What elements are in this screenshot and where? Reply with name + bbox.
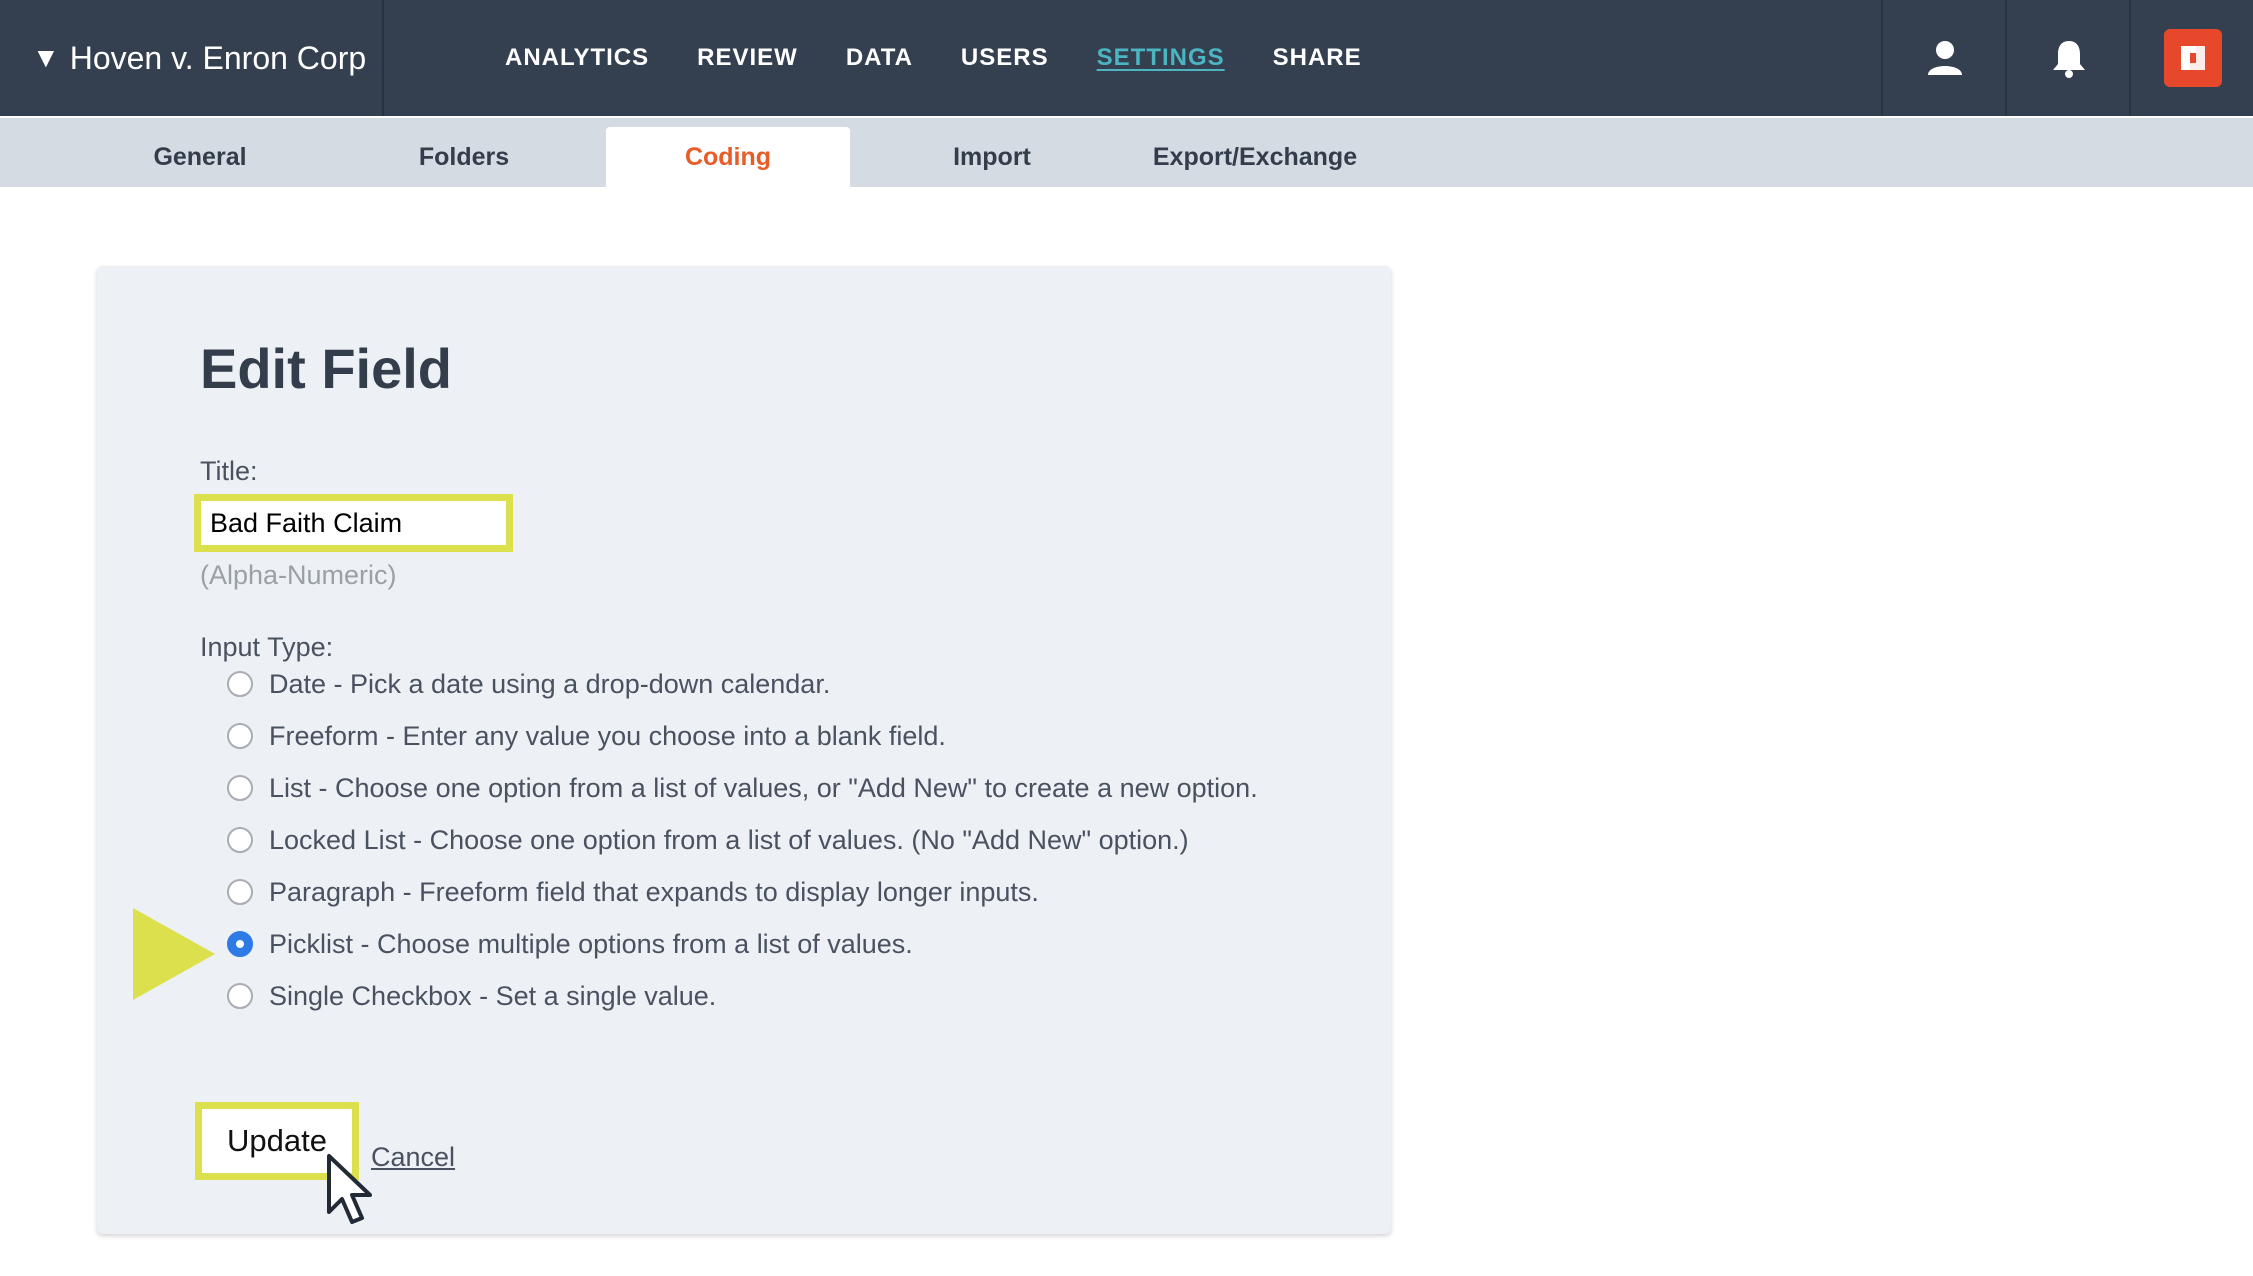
user-menu-button[interactable] xyxy=(1881,0,2007,116)
tab-coding[interactable]: Coding xyxy=(606,127,850,187)
brand-button[interactable] xyxy=(2129,0,2253,116)
nav-users[interactable]: USERS xyxy=(961,44,1049,72)
pointer-arrow-icon xyxy=(133,908,215,1000)
option-label: Single Checkbox - Set a single value. xyxy=(269,980,717,1011)
option-paragraph[interactable]: Paragraph - Freeform field that expands … xyxy=(227,875,1039,909)
title-input-highlight xyxy=(194,494,513,552)
radio-button[interactable] xyxy=(227,775,253,801)
input-type-label: Input Type: xyxy=(200,632,334,662)
nav-settings[interactable]: SETTINGS xyxy=(1097,44,1225,72)
nav-review[interactable]: REVIEW xyxy=(697,44,798,72)
page-title: Edit Field xyxy=(200,337,452,400)
option-freeform[interactable]: Freeform - Enter any value you choose in… xyxy=(227,719,946,753)
tab-import[interactable]: Import xyxy=(912,127,1072,187)
settings-subtabs: General Folders Coding Import Export/Exc… xyxy=(0,118,2253,187)
option-label: Paragraph - Freeform field that expands … xyxy=(269,876,1039,907)
option-label: List - Choose one option from a list of … xyxy=(269,772,1258,803)
tab-folders[interactable]: Folders xyxy=(384,127,544,187)
option-picklist[interactable]: Picklist - Choose multiple options from … xyxy=(227,927,913,961)
update-button-label: Update xyxy=(227,1123,327,1158)
brand-logo-icon xyxy=(2164,29,2222,87)
option-label: Freeform - Enter any value you choose in… xyxy=(269,720,946,751)
cancel-link[interactable]: Cancel xyxy=(371,1142,455,1173)
option-single-checkbox[interactable]: Single Checkbox - Set a single value. xyxy=(227,979,716,1013)
option-label: Locked List - Choose one option from a l… xyxy=(269,824,1189,855)
radio-button[interactable] xyxy=(227,879,253,905)
main-nav: ANALYTICS REVIEW DATA USERS SETTINGS SHA… xyxy=(505,0,1410,116)
radio-button-checked[interactable] xyxy=(227,931,253,957)
option-label: Picklist - Choose multiple options from … xyxy=(269,928,913,959)
case-selector[interactable]: ▼ Hoven v. Enron Corp xyxy=(0,0,384,116)
nav-share[interactable]: SHARE xyxy=(1273,44,1362,72)
title-label: Title: xyxy=(200,456,258,486)
nav-analytics[interactable]: ANALYTICS xyxy=(505,44,649,72)
option-list[interactable]: List - Choose one option from a list of … xyxy=(227,771,1258,805)
title-input[interactable] xyxy=(201,501,506,545)
radio-button[interactable] xyxy=(227,827,253,853)
radio-button[interactable] xyxy=(227,983,253,1009)
notifications-button[interactable] xyxy=(2005,0,2131,116)
radio-button[interactable] xyxy=(227,671,253,697)
radio-button[interactable] xyxy=(227,723,253,749)
caret-down-icon: ▼ xyxy=(32,42,60,73)
edit-field-card: Edit Field Title: (Alpha-Numeric) Input … xyxy=(97,266,1391,1234)
nav-data[interactable]: DATA xyxy=(846,44,913,72)
user-icon xyxy=(1928,41,1962,75)
title-hint: (Alpha-Numeric) xyxy=(200,560,397,590)
tab-general[interactable]: General xyxy=(120,127,280,187)
top-bar: ▼ Hoven v. Enron Corp ANALYTICS REVIEW D… xyxy=(0,0,2253,116)
mouse-cursor-icon xyxy=(327,1154,372,1224)
tab-export-exchange[interactable]: Export/Exchange xyxy=(1135,127,1375,187)
option-label: Date - Pick a date using a drop-down cal… xyxy=(269,668,831,699)
option-date[interactable]: Date - Pick a date using a drop-down cal… xyxy=(227,667,830,701)
bell-icon xyxy=(2053,41,2085,78)
case-title: Hoven v. Enron Corp xyxy=(69,39,367,76)
option-locked-list[interactable]: Locked List - Choose one option from a l… xyxy=(227,823,1189,857)
